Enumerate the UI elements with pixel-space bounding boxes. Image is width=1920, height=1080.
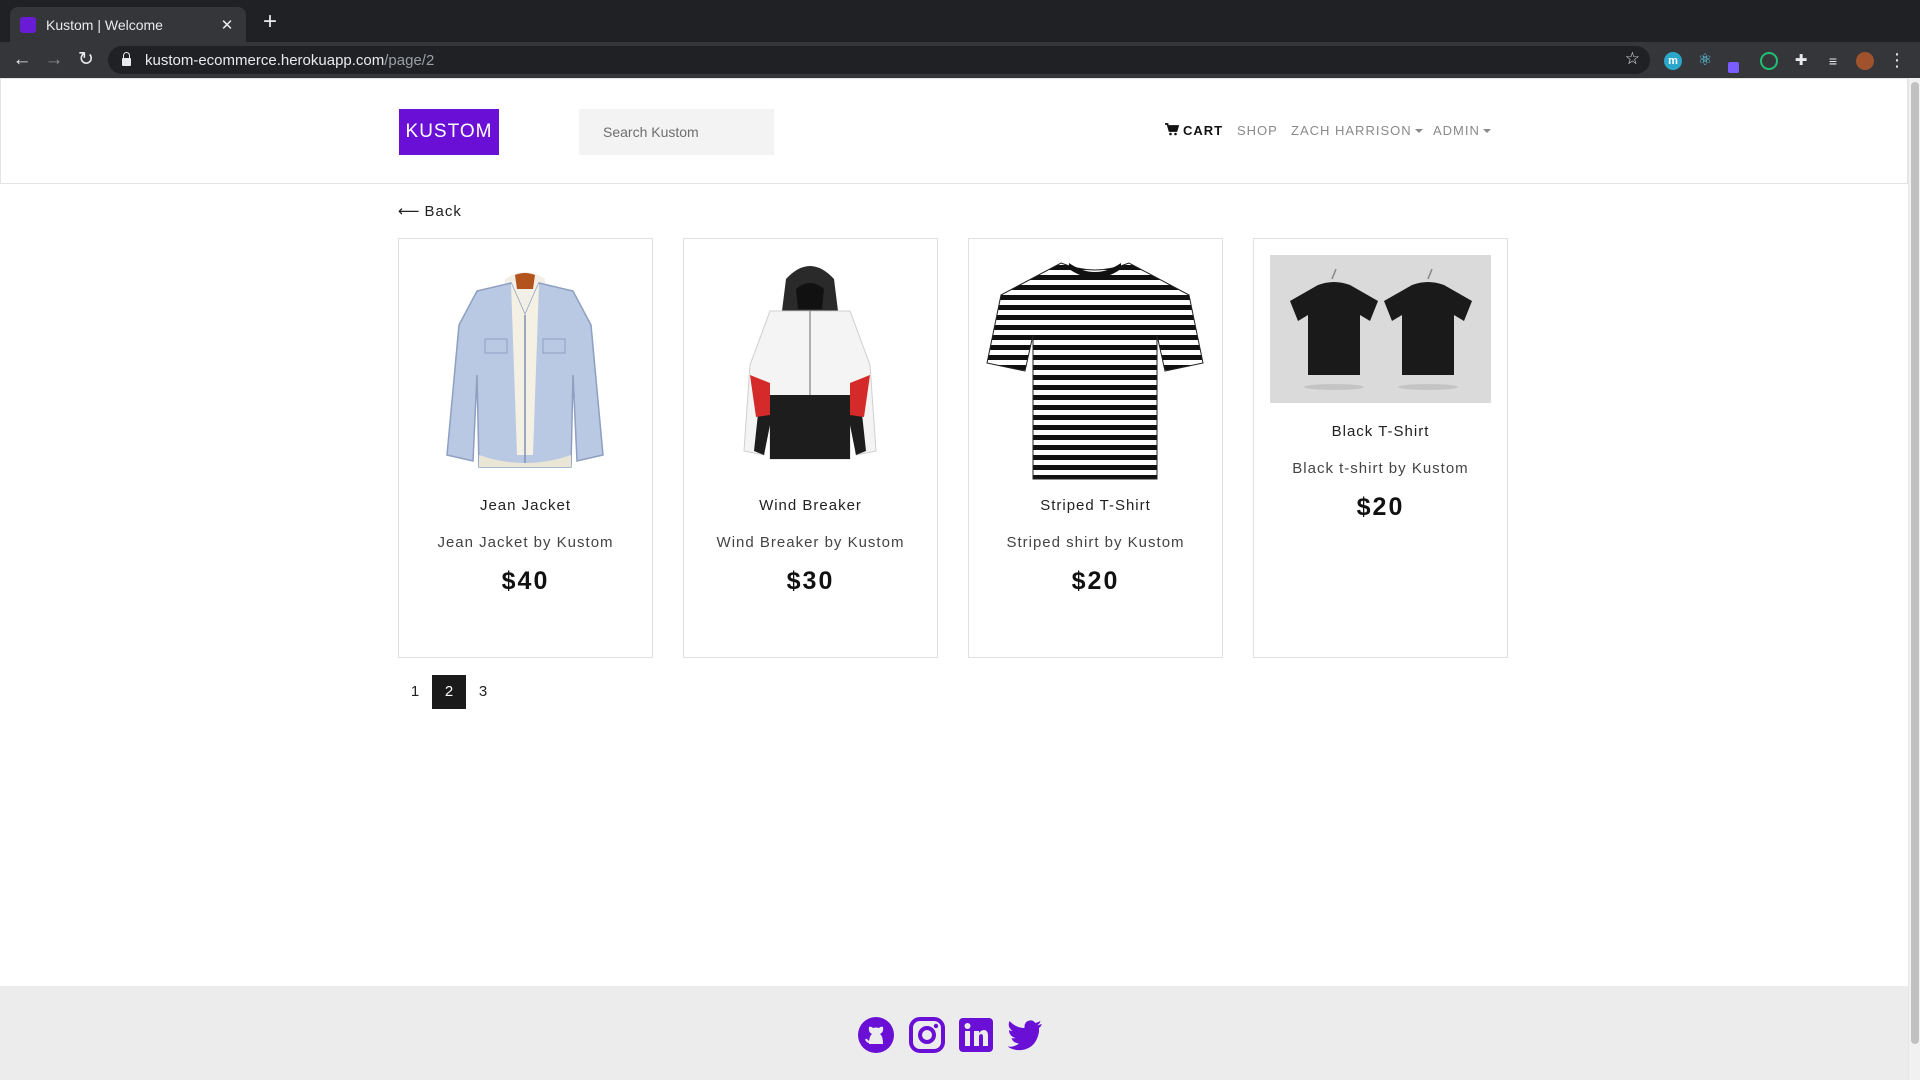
product-card[interactable]: Jean Jacket Jean Jacket by Kustom $40 (398, 238, 653, 658)
product-price: $20 (1071, 567, 1120, 595)
product-card[interactable]: Striped T-Shirt Striped shirt by Kustom … (968, 238, 1223, 658)
nav-cart[interactable]: CART (1165, 123, 1223, 138)
cart-icon (1165, 123, 1179, 136)
striped-tshirt-image[interactable] (985, 255, 1206, 485)
bookmark-star-icon[interactable]: ☆ (1625, 49, 1640, 69)
caret-down-icon (1482, 129, 1491, 133)
page-link-3[interactable]: 3 (466, 675, 500, 709)
jean-jacket-image[interactable] (415, 255, 636, 485)
extensions-puzzle-icon[interactable]: ✚ (1792, 52, 1810, 70)
url-host: kustom-ecommerce.herokuapp.com (145, 51, 385, 69)
nav-user-label: ZACH HARRISON (1291, 123, 1412, 138)
product-description: Striped shirt by Kustom (1006, 534, 1185, 551)
back-arrow-icon: ⟵ (398, 203, 421, 220)
page-content: KUSTOM CART SHOP ZACH HARRISON ADMIN ⟵Ba… (0, 78, 1908, 1080)
lock-icon (122, 52, 131, 66)
caret-down-icon (1414, 129, 1423, 133)
search-input[interactable] (579, 109, 774, 155)
extension-m-icon[interactable]: m (1664, 52, 1682, 70)
react-devtools-icon[interactable]: ⚛ (1696, 52, 1714, 70)
page-link-2[interactable]: 2 (432, 675, 466, 709)
back-arrow-icon[interactable]: ← (10, 48, 34, 72)
product-name[interactable]: Striped T-Shirt (969, 497, 1222, 514)
site-footer (0, 986, 1908, 1080)
product-description: Black t-shirt by Kustom (1292, 460, 1469, 477)
scrollbar-thumb[interactable] (1911, 82, 1919, 1044)
product-price: $40 (501, 567, 550, 595)
close-tab-icon[interactable]: ✕ (218, 16, 236, 34)
product-name[interactable]: Black T-Shirt (1254, 423, 1507, 440)
browser-menu-icon[interactable]: ⋮ (1888, 48, 1906, 72)
product-card[interactable]: Black T-Shirt Black t-shirt by Kustom $2… (1253, 238, 1508, 658)
product-description: Jean Jacket by Kustom (437, 534, 614, 551)
profile-avatar-icon[interactable] (1856, 52, 1874, 70)
nav-shop[interactable]: SHOP (1237, 123, 1278, 138)
product-price: $30 (786, 567, 835, 595)
wind-breaker-image[interactable] (700, 255, 921, 485)
reload-icon[interactable]: ↻ (74, 48, 98, 72)
kustom-favicon-icon (20, 16, 36, 33)
pagination: 1 2 3 (398, 675, 500, 709)
page-link-1[interactable]: 1 (398, 675, 432, 709)
nav-cart-label: CART (1183, 123, 1224, 138)
url-path: /page/2 (384, 51, 435, 69)
tab-title: Kustom | Welcome (46, 16, 163, 33)
address-bar[interactable]: kustom-ecommerce.herokuapp.com/page/2 ☆ (108, 46, 1650, 74)
new-tab-icon[interactable]: + (258, 10, 282, 34)
twitter-icon[interactable] (1006, 1016, 1044, 1054)
reading-list-icon[interactable]: ≡ (1824, 52, 1842, 70)
product-price: $20 (1356, 493, 1405, 521)
browser-toolbar: ← → ↻ kustom-ecommerce.herokuapp.com/pag… (0, 42, 1920, 78)
page-scrollbar[interactable] (1908, 78, 1920, 1080)
github-icon[interactable] (857, 1016, 895, 1054)
back-label: Back (424, 203, 462, 220)
extension-pen-icon[interactable] (1728, 62, 1739, 73)
product-name[interactable]: Wind Breaker (684, 497, 937, 514)
product-name[interactable]: Jean Jacket (399, 497, 652, 514)
product-card[interactable]: Wind Breaker Wind Breaker by Kustom $30 (683, 238, 938, 658)
product-description: Wind Breaker by Kustom (716, 534, 905, 551)
instagram-icon[interactable] (908, 1016, 946, 1054)
brand-logo[interactable]: KUSTOM (399, 109, 499, 155)
browser-tab[interactable]: Kustom | Welcome ✕ (10, 7, 246, 42)
browser-tabstrip: Kustom | Welcome ✕ + (0, 0, 1920, 42)
nav-user-dropdown[interactable]: ZACH HARRISON (1291, 123, 1423, 138)
back-link[interactable]: ⟵ Back (398, 202, 462, 220)
black-tshirt-image[interactable] (1270, 255, 1491, 403)
nav-admin-label: ADMIN (1433, 123, 1480, 138)
forward-arrow-icon[interactable]: → (42, 48, 66, 72)
nav-admin-dropdown[interactable]: ADMIN (1433, 123, 1491, 138)
extension-target-icon[interactable] (1760, 52, 1778, 70)
site-header: KUSTOM CART SHOP ZACH HARRISON ADMIN (0, 78, 1908, 184)
linkedin-icon[interactable] (957, 1016, 995, 1054)
